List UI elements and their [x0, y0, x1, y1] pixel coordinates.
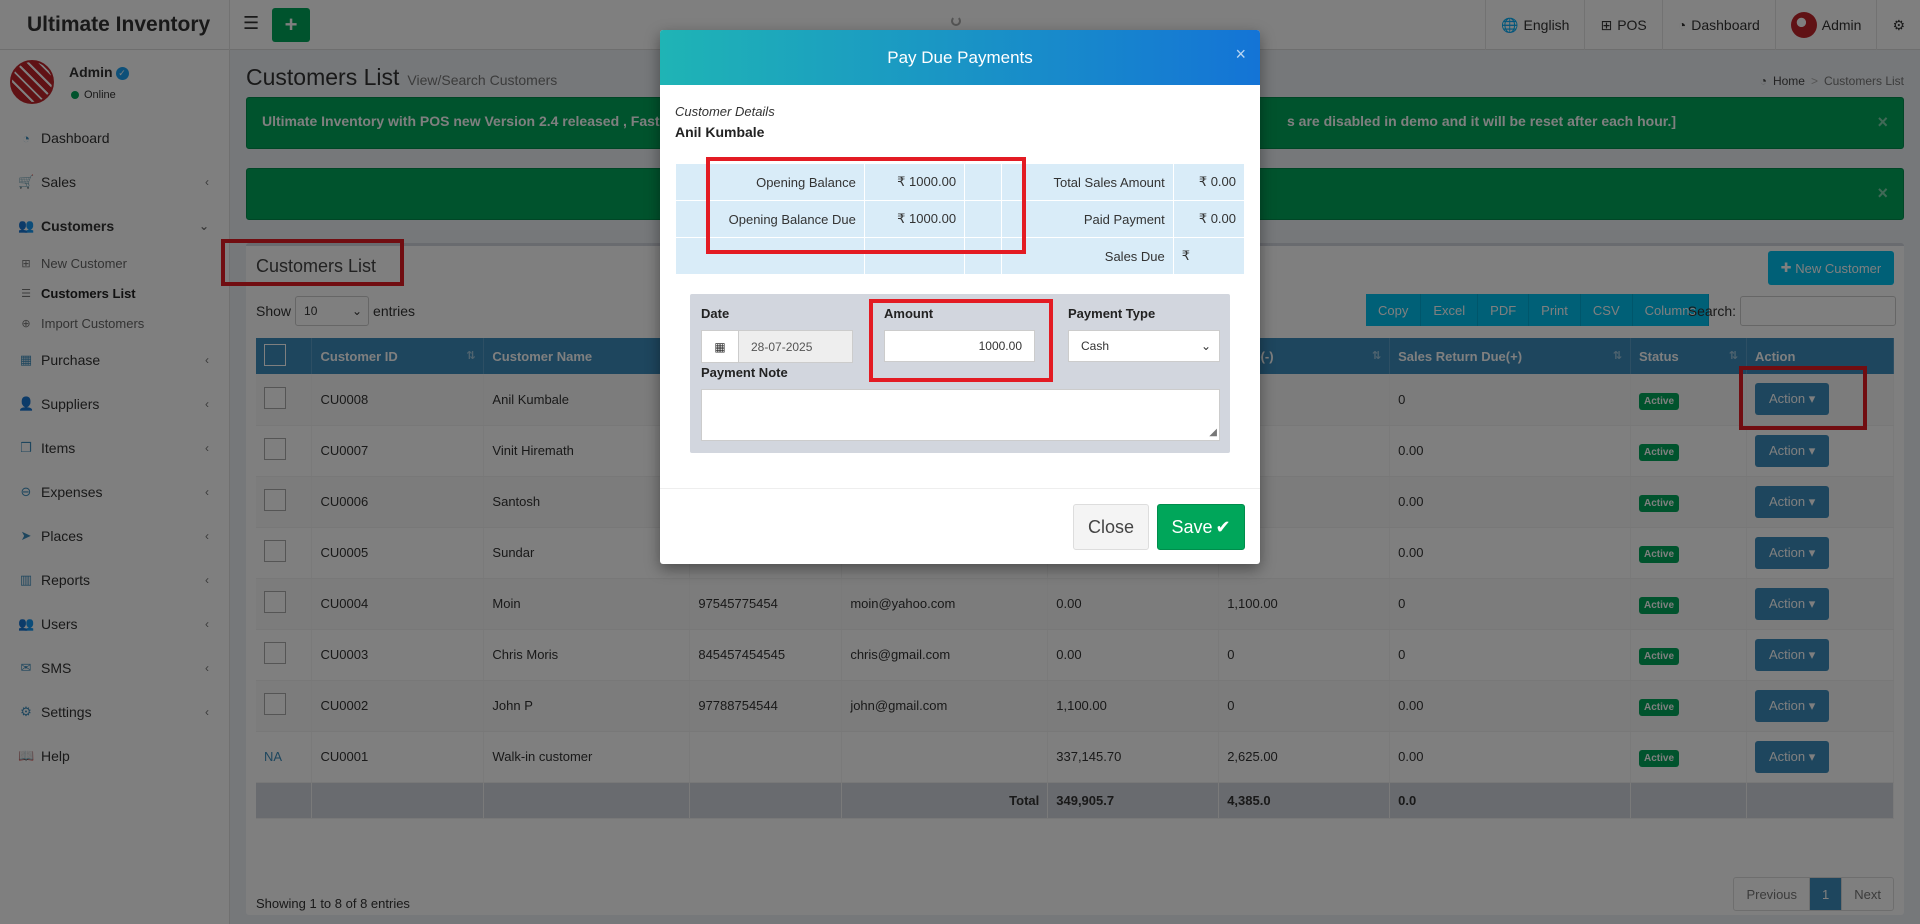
paid-payment-value: ₹ 0.00 [1172, 200, 1246, 238]
opening-balance-due-label: Opening Balance Due [675, 200, 865, 238]
pay-due-modal: Pay Due Payments × Customer Details Anil… [660, 30, 1260, 564]
total-sales-value: ₹ 0.00 [1172, 163, 1246, 201]
loading-spinner-icon [951, 16, 961, 26]
customer-name: Anil Kumbale [675, 124, 765, 140]
close-button[interactable]: Close [1073, 504, 1149, 550]
balance-table: Opening Balance ₹ 1000.00 Total Sales Am… [675, 163, 1246, 275]
amount-input[interactable]: 1000.00 [884, 330, 1035, 362]
calendar-icon[interactable]: ▦ [702, 331, 739, 362]
customer-details-label: Customer Details [675, 104, 775, 119]
payment-type-label: Payment Type [1068, 306, 1156, 321]
payment-note-textarea[interactable]: ◢ [701, 389, 1220, 441]
sales-due-value: ₹ [1172, 237, 1246, 275]
total-sales-label: Total Sales Amount [1001, 163, 1174, 201]
modal-header: Pay Due Payments × [660, 30, 1260, 85]
opening-balance-due-value: ₹ 1000.00 [863, 200, 966, 238]
opening-balance-value: ₹ 1000.00 [863, 163, 966, 201]
modal-title: Pay Due Payments [887, 47, 1033, 67]
close-icon[interactable]: × [1235, 44, 1246, 65]
chevron-down-icon: ⌄ [1200, 339, 1211, 353]
check-icon: ✔ [1215, 516, 1231, 537]
amount-label: Amount [884, 306, 934, 321]
payment-form: Date ▦ 28-07-2025 Amount 1000.00 Payment… [690, 294, 1230, 453]
sales-due-label: Sales Due [1001, 237, 1174, 275]
opening-balance-label: Opening Balance [675, 163, 865, 201]
resize-grip-icon[interactable]: ◢ [1209, 427, 1217, 438]
payment-type-select[interactable]: Cash ⌄ [1068, 330, 1220, 362]
date-input[interactable]: 28-07-2025 [739, 331, 852, 362]
paid-payment-label: Paid Payment [1001, 200, 1174, 238]
date-label: Date [701, 306, 730, 321]
payment-note-label: Payment Note [701, 365, 788, 380]
date-input-group[interactable]: ▦ 28-07-2025 [701, 330, 853, 363]
modal-footer: Close Save ✔ [660, 488, 1260, 564]
save-button[interactable]: Save ✔ [1157, 504, 1245, 550]
